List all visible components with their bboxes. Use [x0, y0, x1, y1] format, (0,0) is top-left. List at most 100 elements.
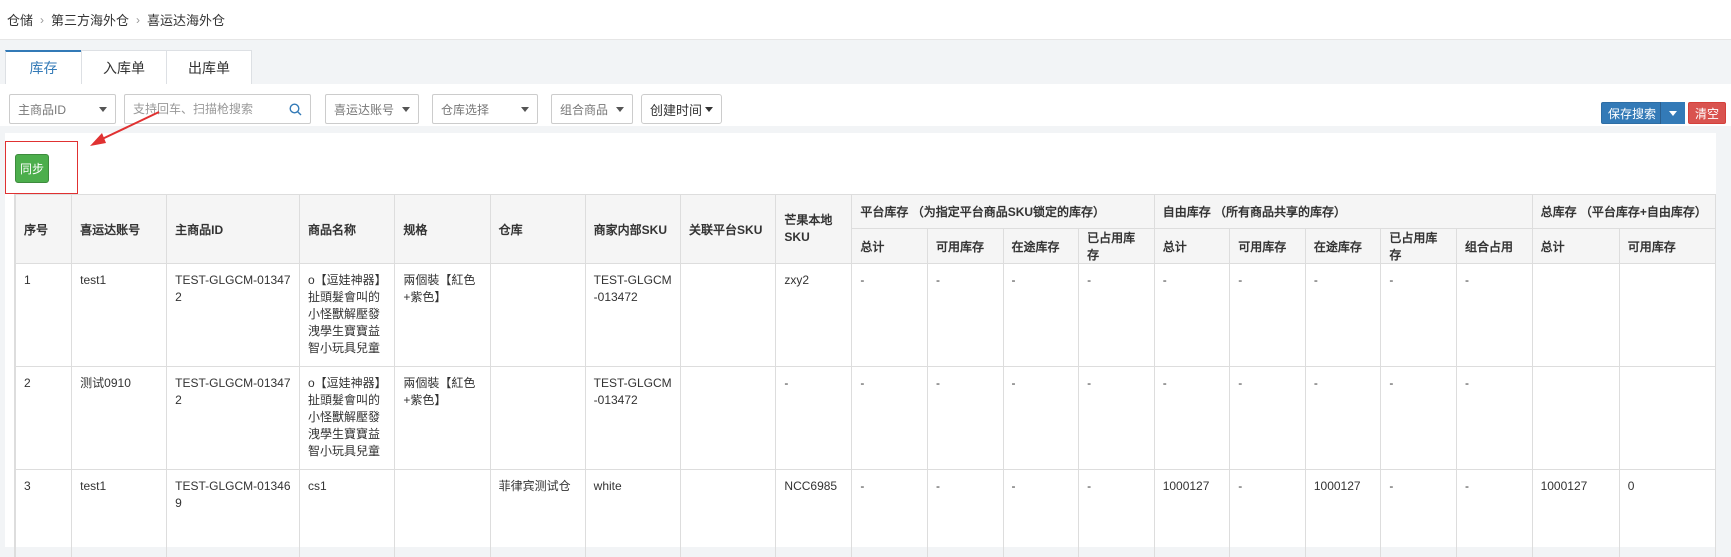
breadcrumb-item-current: 喜运达海外仓 — [147, 13, 226, 28]
cell-seq: 2 — [15, 366, 73, 470]
cell-merchant-sku: TEST-GLGCM-013472 — [584, 263, 682, 367]
col-seq: 序号 — [15, 194, 73, 264]
breadcrumb: 仓储 › 第三方海外仓 › 喜运达海外仓 — [0, 0, 1731, 40]
cell-p-transit: - — [1002, 469, 1080, 557]
col-name: 商品名称 — [298, 194, 396, 264]
cell-t-total: 1000127 — [1531, 469, 1620, 557]
cell-f-available: - — [1229, 263, 1306, 367]
col-merchant-sku: 商家内部SKU — [584, 194, 682, 264]
cell-p-available: - — [926, 366, 1004, 470]
combo-product-select[interactable]: 组合商品 — [551, 94, 633, 124]
save-search-dropdown-toggle[interactable] — [1660, 102, 1685, 124]
cell-p-used: - — [1078, 366, 1155, 470]
cell-platform-sku — [680, 469, 777, 557]
caret-down-icon — [521, 106, 529, 112]
chevron-right-icon: › — [40, 12, 45, 27]
cell-platform-sku — [680, 263, 777, 367]
cell-f-transit: - — [1304, 263, 1382, 367]
cell-warehouse — [489, 366, 586, 470]
cell-local-sku: zxy2 — [775, 263, 853, 367]
inventory-table-wrapper[interactable]: 序号 喜运达账号 主商品ID 商品名称 规格 仓库 商家内部SKU 关联平台SK… — [14, 194, 1716, 557]
cell-merchant-sku: TEST-GLGCM-013472 — [584, 366, 682, 470]
breadcrumb-item-storage[interactable]: 仓储 — [7, 10, 33, 29]
created-time-label: 创建时间 — [649, 102, 702, 118]
save-search-label: 保存搜索 — [1607, 106, 1656, 121]
cell-t-total — [1531, 366, 1620, 470]
cell-f-used: - — [1380, 263, 1457, 367]
warehouse-select-label: 仓库选择 — [441, 102, 490, 117]
table-row[interactable]: 1 test1 TEST-GLGCM-013472 o【逗娃神器】扯頭髮會叫的小… — [15, 263, 1716, 367]
search-box[interactable] — [124, 94, 311, 124]
clear-button[interactable]: 清空 — [1688, 102, 1726, 124]
cell-p-transit: - — [1002, 263, 1080, 367]
cell-p-transit: - — [1002, 366, 1080, 470]
cell-account: 测试0910 — [71, 366, 168, 470]
col-f-transit: 在途库存 — [1304, 228, 1382, 264]
col-group-total: 总库存 （平台库存+自由库存） — [1531, 194, 1716, 229]
col-t-total: 总计 — [1531, 228, 1620, 264]
search-icon[interactable] — [289, 102, 302, 116]
col-f-total: 总计 — [1153, 228, 1231, 264]
col-t-available: 可用库存 — [1618, 228, 1716, 264]
combo-product-label: 组合商品 — [560, 102, 609, 117]
cell-f-transit: - — [1304, 366, 1382, 470]
col-p-available: 可用库存 — [926, 228, 1004, 264]
col-f-available: 可用库存 — [1229, 228, 1306, 264]
cell-spec: 兩個裝【紅色+紫色】 — [394, 263, 491, 367]
warehouse-select[interactable]: 仓库选择 — [432, 94, 538, 124]
col-spec: 规格 — [394, 194, 491, 264]
cell-main-id: TEST-GLGCM-013472 — [166, 263, 300, 367]
tab-inbound[interactable]: 入库单 — [81, 50, 167, 84]
col-f-combo: 组合占用 — [1456, 228, 1533, 264]
col-p-transit: 在途库存 — [1002, 228, 1080, 264]
cell-f-used: - — [1380, 366, 1457, 470]
cell-account: test1 — [71, 263, 168, 367]
cell-t-available — [1618, 366, 1716, 470]
cell-warehouse — [489, 263, 586, 367]
created-time-button[interactable]: 创建时间 — [641, 94, 722, 124]
cell-f-combo: - — [1456, 263, 1533, 367]
cell-seq: 1 — [15, 263, 73, 367]
col-f-used: 已占用库存 — [1380, 228, 1457, 264]
cell-name: o【逗娃神器】扯頭髮會叫的小怪獸解壓發洩學生寶寶益智小玩具兒童 — [298, 366, 396, 470]
tab-outbound[interactable]: 出库单 — [166, 50, 252, 84]
cell-f-available: - — [1229, 469, 1306, 557]
tab-inventory[interactable]: 库存 — [5, 50, 82, 84]
cell-p-available: - — [926, 263, 1004, 367]
caret-down-icon — [705, 106, 713, 112]
cell-name: cs1 — [298, 469, 396, 557]
cell-f-total: - — [1153, 263, 1231, 367]
tab-bar: 库存 入库单 出库单 — [5, 50, 252, 84]
table-row[interactable]: 2 测试0910 TEST-GLGCM-013472 o【逗娃神器】扯頭髮會叫的… — [15, 366, 1716, 470]
col-account: 喜运达账号 — [71, 194, 168, 264]
cell-warehouse: 菲律宾测试仓 — [489, 469, 586, 557]
table-row[interactable]: 3 test1 TEST-GLGCM-013469 cs1 菲律宾测试仓 whi… — [15, 469, 1716, 557]
cell-main-id: TEST-GLGCM-013472 — [166, 366, 300, 470]
account-select[interactable]: 喜运达账号 — [325, 94, 419, 124]
cell-platform-sku — [680, 366, 777, 470]
cell-f-total: - — [1153, 366, 1231, 470]
main-product-id-select[interactable]: 主商品ID — [9, 94, 116, 124]
cell-spec: 兩個裝【紅色+紫色】 — [394, 366, 491, 470]
cell-local-sku: NCC6985 — [775, 469, 853, 557]
cell-p-total: - — [851, 366, 928, 470]
search-input[interactable] — [133, 102, 283, 116]
col-group-platform: 平台库存 （为指定平台商品SKU锁定的库存） — [851, 194, 1155, 229]
cell-p-available: - — [926, 469, 1004, 557]
cell-f-transit: 1000127 — [1304, 469, 1382, 557]
caret-down-icon — [616, 106, 624, 112]
col-local-sku: 芒果本地SKU — [775, 194, 853, 264]
cell-f-combo: - — [1456, 469, 1533, 557]
cell-p-total: - — [851, 469, 928, 557]
col-p-total: 总计 — [851, 228, 928, 264]
main-product-id-label: 主商品ID — [18, 102, 67, 117]
cell-p-total: - — [851, 263, 928, 367]
chevron-right-icon: › — [136, 12, 141, 27]
cell-t-available: 0 — [1618, 469, 1716, 557]
cell-account: test1 — [71, 469, 168, 557]
breadcrumb-item-third-party[interactable]: 第三方海外仓 — [51, 10, 129, 29]
col-platform-sku: 关联平台SKU — [680, 194, 777, 264]
cell-merchant-sku: white — [584, 469, 682, 557]
sync-button[interactable]: 同步 — [15, 154, 49, 183]
cell-f-used: - — [1380, 469, 1457, 557]
